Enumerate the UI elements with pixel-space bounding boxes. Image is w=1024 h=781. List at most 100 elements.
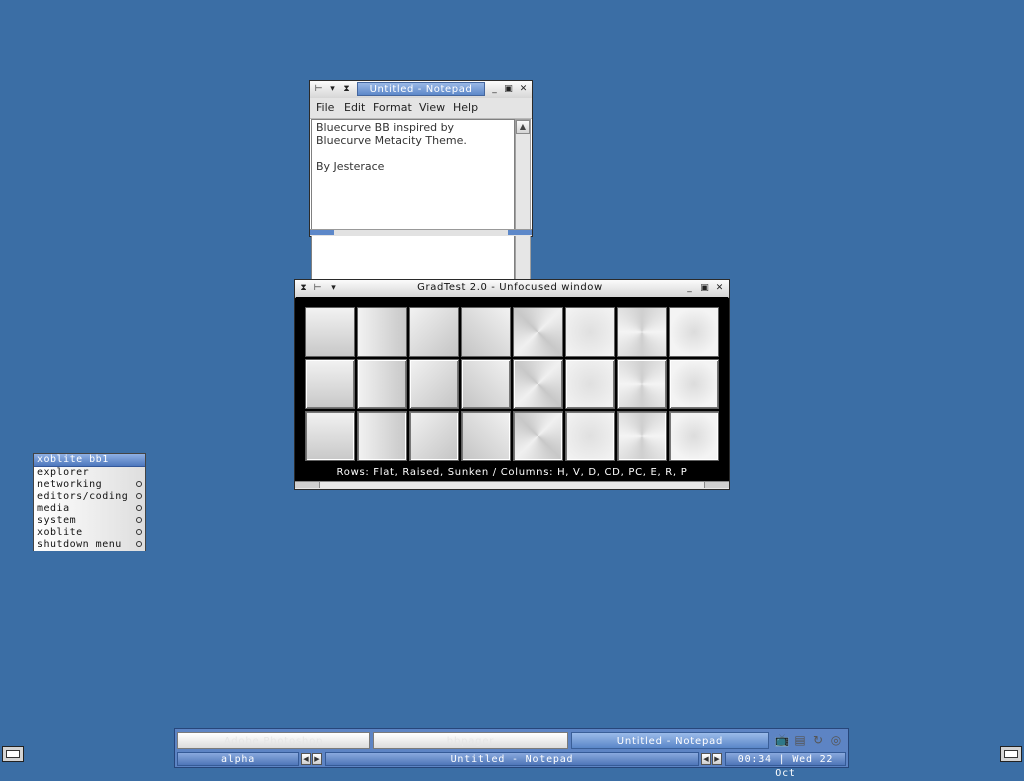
cd-icon[interactable]: ◎ xyxy=(828,732,844,748)
tv-icon[interactable]: 📺 xyxy=(774,732,790,748)
clock: 00:34 | Wed 22 Oct xyxy=(725,752,846,779)
menu-item-networking[interactable]: networking xyxy=(34,479,145,491)
menu-item-explorer[interactable]: explorer xyxy=(34,467,145,479)
menu-view[interactable]: View xyxy=(419,101,445,114)
gradient-tile-flat xyxy=(357,307,407,357)
text-line: By Jesterace xyxy=(316,160,385,173)
menu-edit[interactable]: Edit xyxy=(344,101,365,114)
gradient-tile-sunken xyxy=(565,411,615,461)
menu-format[interactable]: Format xyxy=(373,101,412,114)
notepad-menubar: File Edit Format View Help xyxy=(310,98,532,119)
submenu-bullet-icon xyxy=(136,541,142,547)
text-line: Bluecurve BB inspired by xyxy=(316,121,455,134)
gradient-tile-raised xyxy=(565,359,615,409)
close-icon[interactable]: ✕ xyxy=(517,82,530,96)
gradient-tile-flat xyxy=(409,307,459,357)
resize-grip-left[interactable] xyxy=(310,230,334,235)
task-bbpager[interactable]: bbpager xyxy=(373,732,568,749)
resize-grip-right[interactable] xyxy=(508,230,532,235)
gradtest-caption: Rows: Flat, Raised, Sunken / Columns: H,… xyxy=(336,467,688,478)
window-icon xyxy=(6,750,20,758)
gradient-tile-flat xyxy=(669,307,719,357)
task-untitled-notepad[interactable]: Untitled - Notepad xyxy=(571,732,769,749)
workspace-label: alpha xyxy=(177,752,299,766)
gradient-tile-sunken xyxy=(513,411,563,461)
gradient-tile-flat xyxy=(617,307,667,357)
minimize-icon[interactable]: _ xyxy=(683,281,696,295)
task-adobe-photoshop[interactable]: Adobe Photoshop xyxy=(177,732,370,749)
menu-item-label: editors/coding xyxy=(37,491,129,502)
gradient-tile-raised xyxy=(305,359,355,409)
gradient-grid: Rows: Flat, Raised, Sunken / Columns: H,… xyxy=(296,297,728,481)
maximize-icon[interactable]: ▣ xyxy=(698,281,711,295)
window-prev-icon[interactable]: ◀ xyxy=(701,753,711,765)
notepad-bottom-handle[interactable] xyxy=(310,229,532,236)
gradient-tile-flat xyxy=(305,307,355,357)
menu-item-system[interactable]: system xyxy=(34,515,145,527)
menu-item-xoblite[interactable]: xoblite xyxy=(34,527,145,539)
gradient-tile-raised xyxy=(357,359,407,409)
menu-item-editors-coding[interactable]: editors/coding xyxy=(34,491,145,503)
submenu-bullet-icon xyxy=(136,517,142,523)
notepad-titlebar[interactable]: ⊢ ▾ ⧗ Untitled - Notepad _ ▣ ✕ xyxy=(310,81,532,99)
window-label: Untitled - Notepad xyxy=(325,752,699,766)
submenu-bullet-icon xyxy=(136,529,142,535)
gradient-tile-sunken xyxy=(305,411,355,461)
text-line: Bluecurve Metacity Theme. xyxy=(316,134,467,147)
workspace-next-icon[interactable]: ▶ xyxy=(312,753,322,765)
resize-grip-left[interactable] xyxy=(295,482,320,488)
maximize-icon[interactable]: ▣ xyxy=(502,82,515,96)
gradtest-title: GradTest 2.0 - Unfocused window xyxy=(417,282,603,293)
menu-file[interactable]: File xyxy=(316,101,334,114)
gradient-tile-sunken xyxy=(409,411,459,461)
dropdown-icon[interactable]: ▾ xyxy=(326,82,339,96)
resize-grip-right[interactable] xyxy=(704,482,729,488)
gradient-tile-raised xyxy=(461,359,511,409)
menu-item-media[interactable]: media xyxy=(34,503,145,515)
menu-item-label: explorer xyxy=(37,467,90,478)
gradient-tile-flat xyxy=(461,307,511,357)
shade-icon[interactable]: ⧗ xyxy=(340,82,353,96)
right-desktop-button[interactable] xyxy=(1000,746,1022,762)
shade-icon[interactable]: ⧗ xyxy=(297,281,310,295)
gradient-tile-sunken xyxy=(357,411,407,461)
menu-item-label: media xyxy=(37,503,70,514)
gradient-tile-raised xyxy=(513,359,563,409)
gradient-tile-flat xyxy=(513,307,563,357)
gradient-tile-raised xyxy=(617,359,667,409)
menu-item-label: system xyxy=(37,515,77,526)
menu-item-label: shutdown menu xyxy=(37,539,122,550)
dropdown-icon[interactable]: ▾ xyxy=(327,281,340,295)
submenu-bullet-icon xyxy=(136,481,142,487)
menu-item-shutdown[interactable]: shutdown menu xyxy=(34,539,145,551)
toolbar: Adobe Photoshop bbpager Untitled - Notep… xyxy=(174,728,849,779)
disk-icon[interactable]: ▤ xyxy=(792,732,808,748)
menu-item-label: networking xyxy=(37,479,103,490)
minimize-icon[interactable]: _ xyxy=(488,82,501,96)
scroll-up-icon[interactable]: ▲ xyxy=(516,120,530,134)
notepad-title: Untitled - Notepad xyxy=(357,82,485,96)
submenu-bullet-icon xyxy=(136,493,142,499)
gradient-tile-sunken xyxy=(617,411,667,461)
xoblite-menu: xoblite bb1 explorer networking editors/… xyxy=(33,453,146,551)
window-icon xyxy=(1004,750,1018,758)
gradtest-window: ⧗ ⊢ ▾ GradTest 2.0 - Unfocused window _ … xyxy=(294,279,730,490)
gradtest-bottom-handle[interactable] xyxy=(295,481,729,489)
window-next-icon[interactable]: ▶ xyxy=(712,753,722,765)
gradient-tile-raised xyxy=(669,359,719,409)
left-desktop-button[interactable] xyxy=(2,746,24,762)
submenu-bullet-icon xyxy=(136,505,142,511)
menu-help[interactable]: Help xyxy=(453,101,478,114)
menu-icon[interactable]: ⊢ xyxy=(312,82,325,96)
workspace-prev-icon[interactable]: ◀ xyxy=(301,753,311,765)
menu-icon[interactable]: ⊢ xyxy=(311,281,324,295)
gradient-tile-sunken xyxy=(461,411,511,461)
gradtest-titlebar[interactable]: ⧗ ⊢ ▾ GradTest 2.0 - Unfocused window _ … xyxy=(295,280,729,298)
notepad-window: ⊢ ▾ ⧗ Untitled - Notepad _ ▣ ✕ File Edit… xyxy=(309,80,533,310)
menu-title: xoblite bb1 xyxy=(34,454,145,467)
gradient-tile-flat xyxy=(565,307,615,357)
gradient-tile-raised xyxy=(409,359,459,409)
menu-item-label: xoblite xyxy=(37,527,83,538)
close-icon[interactable]: ✕ xyxy=(713,281,726,295)
refresh-icon[interactable]: ↻ xyxy=(810,732,826,748)
